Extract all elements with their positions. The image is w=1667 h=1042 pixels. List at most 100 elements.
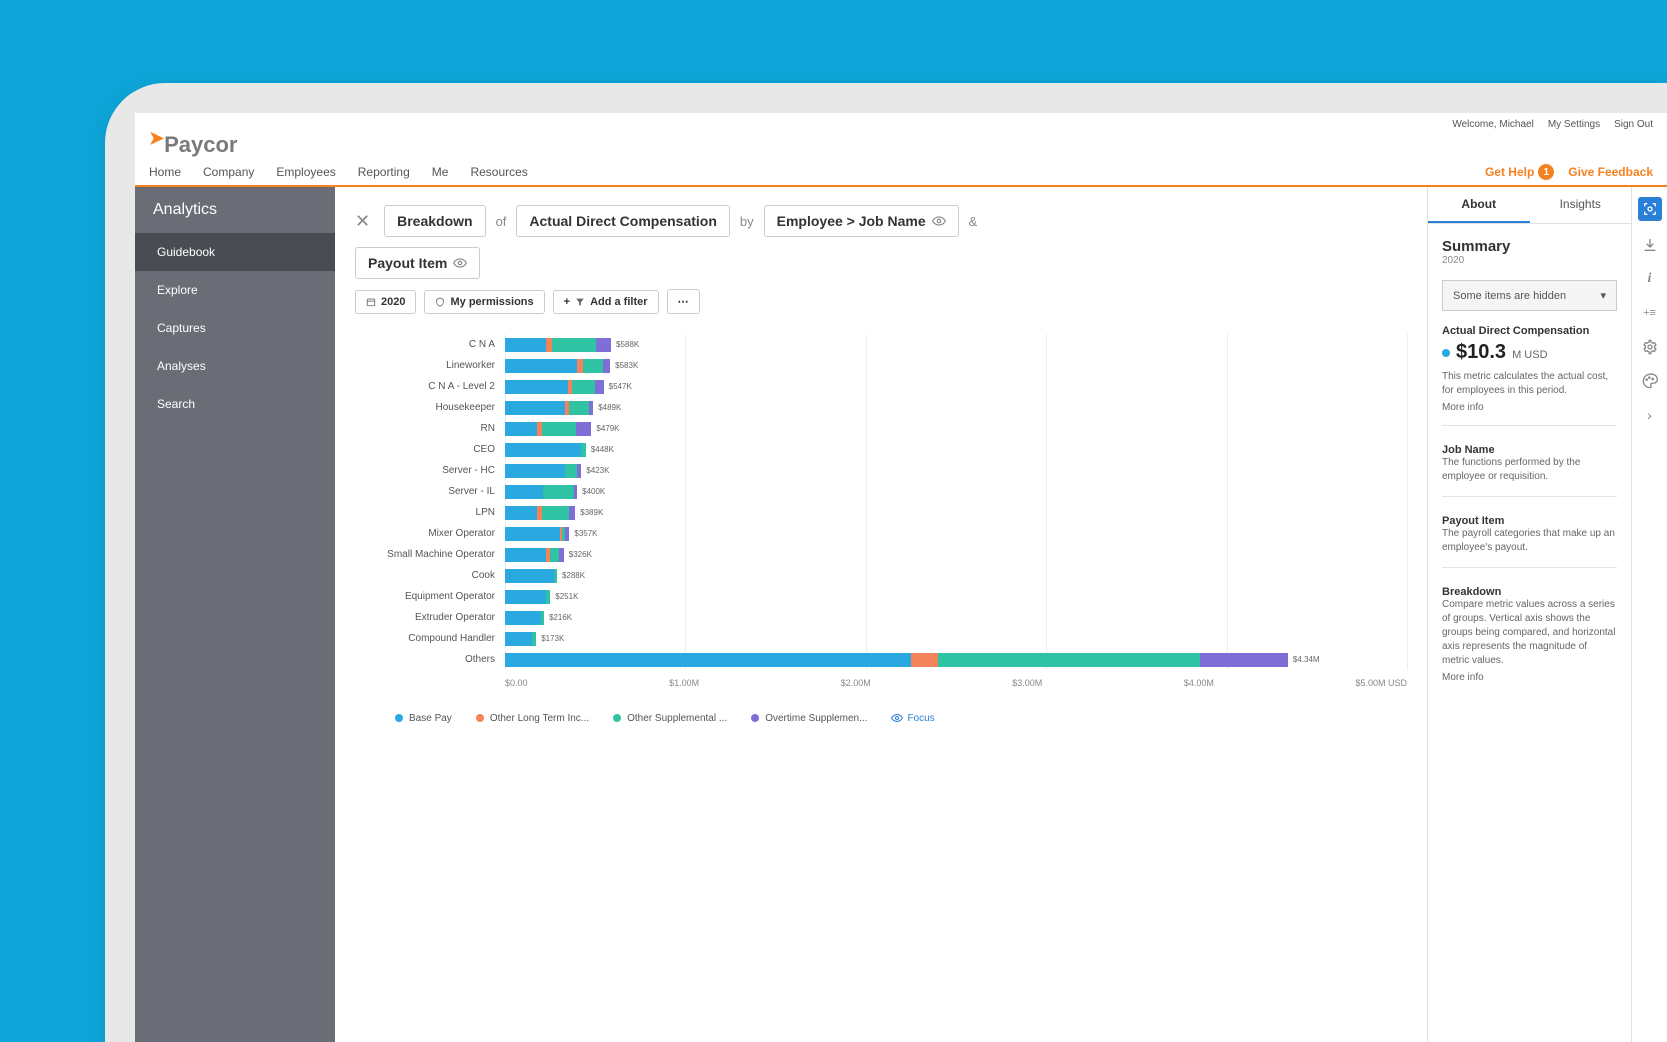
bar-segment[interactable] [603,359,610,373]
bar-segment[interactable] [569,506,575,520]
bar-segment[interactable] [505,527,560,541]
bar-segment[interactable] [589,401,594,415]
pill-breakdown[interactable]: Breakdown [384,205,485,237]
chart-row[interactable]: Equipment Operator$251K [355,586,1407,607]
nav-resources[interactable]: Resources [470,165,527,179]
capture-icon[interactable] [1638,197,1662,221]
sign-out-link[interactable]: Sign Out [1614,119,1653,130]
legend-item[interactable]: Other Supplemental ... [613,713,727,724]
bar-segment[interactable] [565,527,570,541]
sidebar-item-captures[interactable]: Captures [135,309,335,347]
bar-segment[interactable] [552,338,596,352]
more-options-button[interactable]: ⋯ [667,289,700,314]
bar-segment[interactable] [542,422,576,436]
bar-segment[interactable] [541,611,544,625]
sidebar-item-guidebook[interactable]: Guidebook [135,233,335,271]
bar-segment[interactable] [595,380,604,394]
breakdown-more-info[interactable]: More info [1442,672,1617,683]
gear-icon[interactable] [1640,337,1660,357]
get-help-link[interactable]: Get Help 1 [1485,164,1554,180]
bar-segment[interactable] [505,380,568,394]
bar-segment[interactable] [505,359,577,373]
close-icon[interactable]: ✕ [355,211,370,232]
chart-row[interactable]: Compound Handler$173K [355,628,1407,649]
sidebar-item-explore[interactable]: Explore [135,271,335,309]
pill-segment[interactable]: Payout Item [355,247,480,279]
bar-segment[interactable] [583,359,604,373]
chart-row[interactable]: Extruder Operator$216K [355,607,1407,628]
nav-home[interactable]: Home [149,165,181,179]
nav-reporting[interactable]: Reporting [358,165,410,179]
chart-row[interactable]: Housekeeper$489K [355,397,1407,418]
pill-metric[interactable]: Actual Direct Compensation [516,205,729,237]
bar-segment[interactable] [505,653,911,667]
bar-segment[interactable] [576,422,591,436]
bar-segment[interactable] [938,653,1200,667]
bar-segment[interactable] [505,506,537,520]
metric-more-info[interactable]: More info [1442,402,1617,413]
chart-row[interactable]: Lineworker$583K [355,355,1407,376]
bar-segment[interactable] [569,401,589,415]
add-column-icon[interactable]: +≡ [1640,303,1660,323]
chart-row[interactable]: Small Machine Operator$326K [355,544,1407,565]
bar-segment[interactable] [559,548,564,562]
hidden-items-select[interactable]: Some items are hidden ▾ [1442,280,1617,311]
chart-row[interactable]: C N A - Level 2$547K [355,376,1407,397]
nav-me[interactable]: Me [432,165,449,179]
bar-segment[interactable] [546,590,551,604]
chart-row[interactable]: Mixer Operator$357K [355,523,1407,544]
chart-row[interactable]: RN$479K [355,418,1407,439]
bar-segment[interactable] [911,653,938,667]
bar-segment[interactable] [505,422,537,436]
chart-row[interactable]: Others$4.34M [355,649,1407,670]
chart-row[interactable]: Cook$288K [355,565,1407,586]
tab-about[interactable]: About [1428,187,1530,223]
chart-row[interactable]: LPN$389K [355,502,1407,523]
focus-link[interactable]: Focus [891,712,934,724]
nav-company[interactable]: Company [203,165,254,179]
bar-segment[interactable] [505,401,565,415]
chart-row[interactable]: C N A$588K [355,334,1407,355]
my-settings-link[interactable]: My Settings [1548,119,1600,130]
bar-segment[interactable] [577,464,581,478]
palette-icon[interactable] [1640,371,1660,391]
chart-row[interactable]: Server - IL$400K [355,481,1407,502]
bar-segment[interactable] [572,380,595,394]
year-filter[interactable]: 2020 [355,290,416,314]
bar-segment[interactable] [505,443,581,457]
legend-item[interactable]: Overtime Supplemen... [751,713,867,724]
bar-segment[interactable] [542,506,569,520]
chevron-right-icon[interactable]: › [1640,405,1660,425]
bar-segment[interactable] [581,443,586,457]
download-icon[interactable] [1640,235,1660,255]
info-icon[interactable]: i [1640,269,1660,289]
bar-segment[interactable] [505,590,546,604]
add-filter-button[interactable]: + Add a filter [553,290,659,314]
bar-segment[interactable] [505,548,546,562]
bar-segment[interactable] [1200,653,1288,667]
bar-segment[interactable] [505,464,565,478]
bar-segment[interactable] [505,611,541,625]
bar-segment[interactable] [543,485,574,499]
bar-segment[interactable] [505,569,554,583]
pill-group[interactable]: Employee > Job Name [764,205,959,237]
permissions-filter[interactable]: My permissions [424,290,544,314]
nav-employees[interactable]: Employees [276,165,335,179]
bar-segment[interactable] [565,464,578,478]
bar-segment[interactable] [505,485,543,499]
bar-segment[interactable] [505,632,532,646]
chart-row[interactable]: CEO$448K [355,439,1407,460]
tab-insights[interactable]: Insights [1530,187,1632,223]
give-feedback-link[interactable]: Give Feedback [1568,165,1653,179]
bar-segment[interactable] [554,569,557,583]
bar-segment[interactable] [550,548,559,562]
legend-item[interactable]: Base Pay [395,713,452,724]
chart-row[interactable]: Server - HC$423K [355,460,1407,481]
legend-item[interactable]: Other Long Term Inc... [476,713,589,724]
sidebar-item-analyses[interactable]: Analyses [135,347,335,385]
sidebar-item-search[interactable]: Search [135,385,335,423]
bar-segment[interactable] [574,485,578,499]
bar-segment[interactable] [596,338,611,352]
bar-segment[interactable] [505,338,546,352]
bar-segment[interactable] [532,632,537,646]
